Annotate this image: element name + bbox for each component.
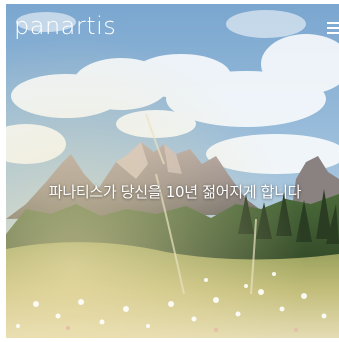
menu-bar [327,32,339,34]
hero-tagline: 파나티스가 당신을 10년 젊어지게 합니다 [48,183,302,201]
menu-bar [327,27,339,29]
menu-bar [327,22,339,24]
hamburger-menu-icon[interactable] [327,22,339,34]
mountain-meadow-photo [6,4,339,338]
brand-logo[interactable]: panartis [14,14,116,38]
hero-background-image [6,4,339,338]
site-header: panartis [6,4,339,48]
hero-section: panartis 파나티스가 당신을 10년 젊어지게 합니다 [6,4,339,338]
